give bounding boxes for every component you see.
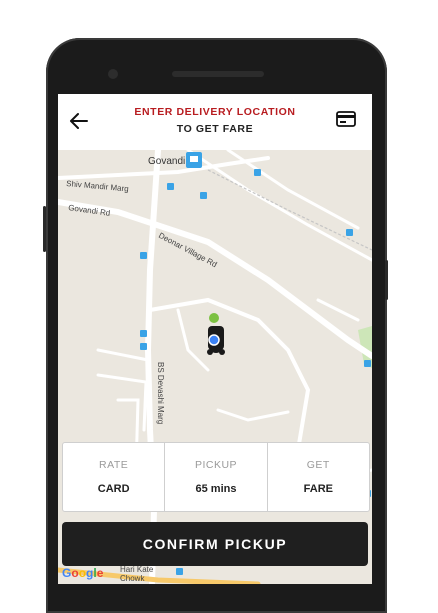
pickup-value: 65 mins [195,483,237,495]
rate-value: CARD [97,483,130,495]
bus-stop-icon [346,229,353,236]
map-label-govandi: Govandi [148,156,185,167]
rate-label: RATE [99,459,129,471]
app-screen: Govandi Shiv Mandir Marg Govandi Rd Deon… [58,94,372,584]
volume-button [43,206,46,252]
bus-stop-icon [167,183,174,190]
front-camera [108,69,118,79]
power-button [385,260,388,300]
rate-card-cell[interactable]: RATE CARD [63,443,164,511]
get-label: GET [306,459,330,471]
bus-stop-icon [200,192,207,199]
google-logo: Google [62,566,104,580]
get-fare-cell[interactable]: GET FARE [266,443,369,511]
header-subtitle: TO GET FARE [176,123,254,135]
map-label-hari-kate: Hari Kate Chowk [120,565,154,583]
pickup-time-cell[interactable]: PICKUP 65 mins [164,443,266,511]
credit-card-icon[interactable] [336,111,356,127]
get-value: FARE [303,483,333,495]
fare-info-panel: RATE CARD PICKUP 65 mins GET FARE [62,442,370,512]
confirm-pickup-button[interactable]: CONFIRM PICKUP [62,522,368,566]
app-header: ENTER DELIVERY LOCATION TO GET FARE [58,94,372,150]
header-title: ENTER DELIVERY LOCATION [134,106,296,118]
bus-stop-icon [364,360,371,367]
map-label-bs-devashi: BS Devashi Marg [156,362,165,424]
pickup-label: PICKUP [194,459,238,471]
bus-stop-icon [140,343,147,350]
bus-stop-icon [140,252,147,259]
map-view[interactable]: Govandi Shiv Mandir Marg Govandi Rd Deon… [58,150,372,584]
location-pin-icon [209,313,219,323]
bus-stop-icon [176,568,183,575]
earpiece-speaker [172,71,264,77]
bus-stop-icon [254,169,261,176]
bus-stop-icon [140,330,147,337]
